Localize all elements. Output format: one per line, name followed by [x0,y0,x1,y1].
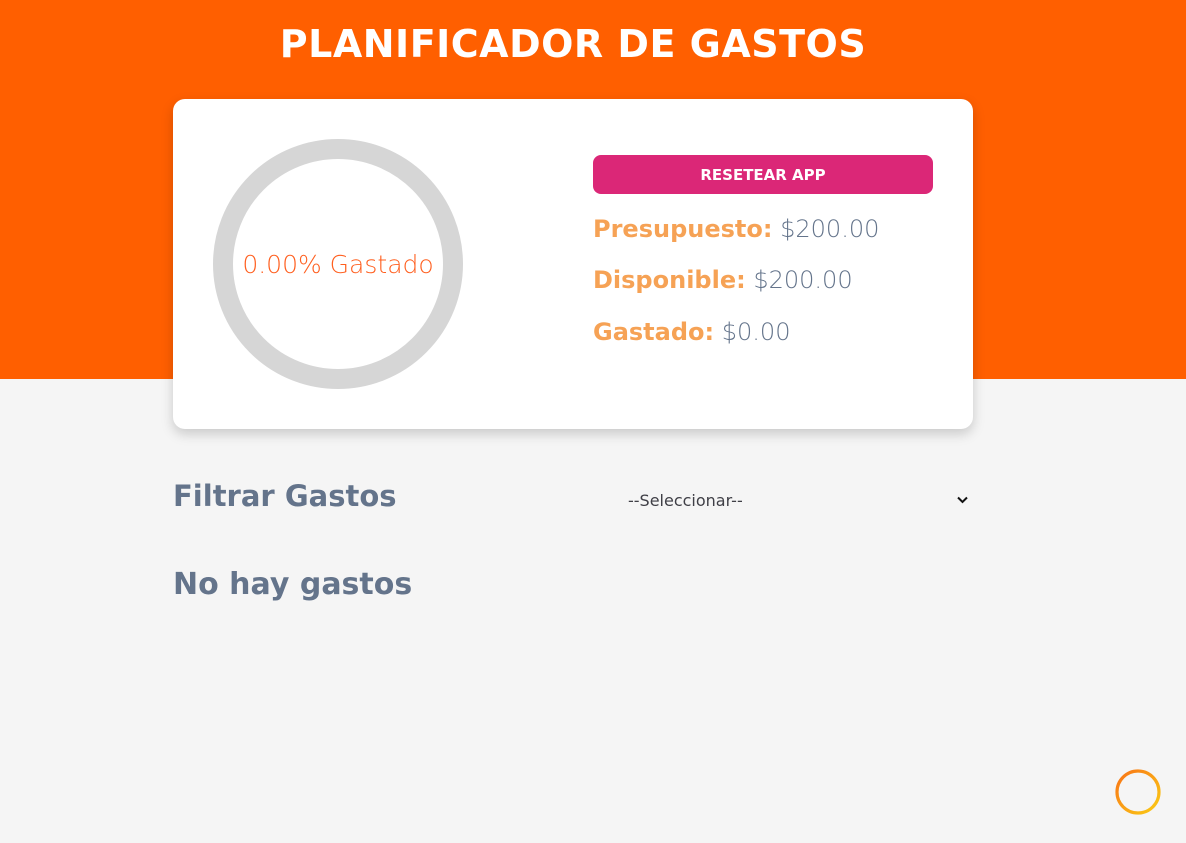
progress-label: 0.00% Gastado [242,249,434,279]
reset-app-button[interactable]: RESETEAR APP [593,155,933,194]
stat-label: Disponible: [593,266,746,294]
budget-card: 0.00% Gastado RESETEAR APP Presupuesto: … [173,99,973,429]
add-circle-icon [1115,769,1161,815]
progress-circle: 0.00% Gastado [213,139,463,389]
stat-value: $0.00 [721,318,791,346]
filter-select[interactable]: --Seleccionar-- [622,486,972,514]
stat-presupuesto: Presupuesto: $200.00 [593,215,879,243]
add-expense-button[interactable] [1114,768,1162,816]
chevron-down-icon [956,494,968,506]
stat-disponible: Disponible: $200.00 [593,266,853,294]
stat-value: $200.00 [753,266,853,294]
stat-gastado: Gastado: $0.00 [593,318,790,346]
stat-label: Presupuesto: [593,215,773,243]
filter-title: Filtrar Gastos [173,479,397,513]
stat-label: Gastado: [593,318,715,346]
empty-expenses-message: No hay gastos [173,567,413,602]
page-title: PLANIFICADOR DE GASTOS [279,22,867,66]
stat-value: $200.00 [780,215,880,243]
filter-select-value: --Seleccionar-- [628,490,743,510]
